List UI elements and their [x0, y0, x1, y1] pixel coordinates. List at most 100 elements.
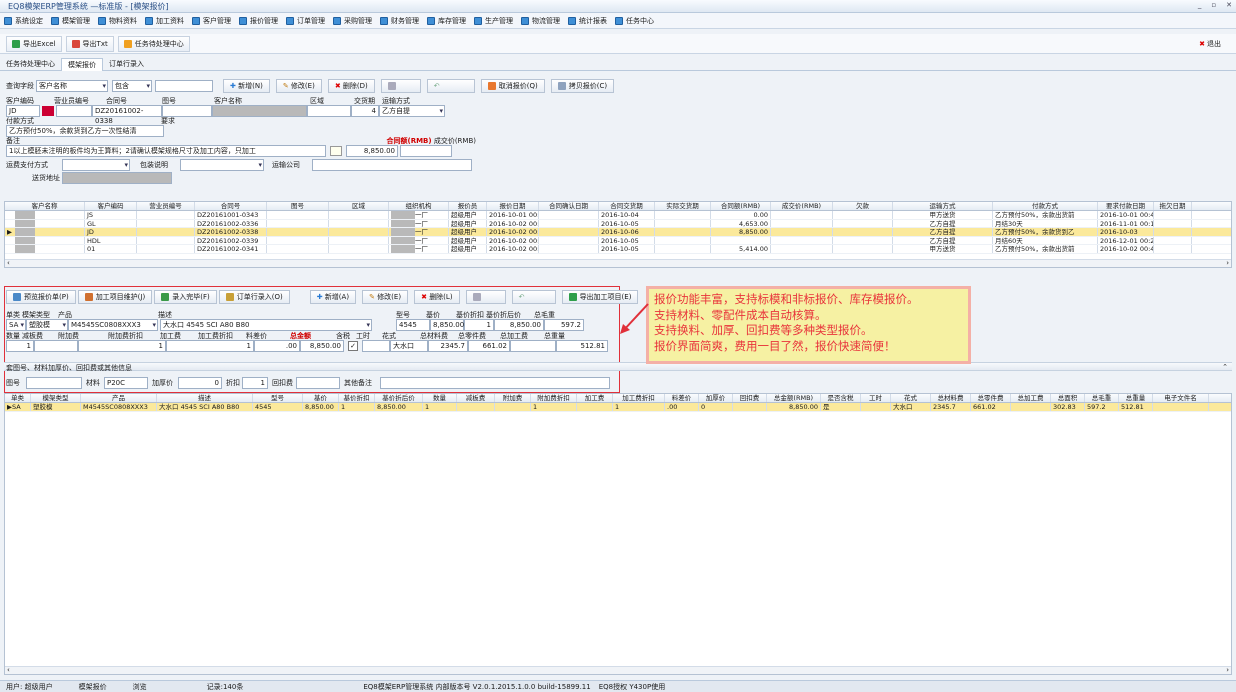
unit-select[interactable]: SA [6, 319, 26, 331]
table-row[interactable]: ..01DZ20161002-0341..一厂超级用户2016-10-02 00… [5, 245, 1231, 254]
deal-price-input[interactable] [400, 145, 452, 157]
discount-input[interactable]: 1 [464, 319, 494, 331]
undo-button[interactable]: ↶ [426, 78, 475, 93]
menu-order[interactable]: 订单管理 [286, 16, 325, 26]
task-center-button[interactable]: 任务待处理中心 [117, 35, 190, 52]
reduce-input[interactable] [34, 340, 78, 352]
hours-input[interactable] [362, 340, 390, 352]
delete-button[interactable]: ✖ 删除(D) [327, 78, 375, 93]
new-button[interactable]: ✚ 新增(N) [223, 78, 270, 93]
menu-mold[interactable]: 模架管理 [51, 16, 90, 26]
proc-input[interactable]: 1 [166, 340, 254, 352]
detail-total-input[interactable]: 8,850.00 [300, 340, 344, 352]
tab-mold-quote[interactable]: 模架报价 [61, 57, 103, 71]
entry-done-button[interactable]: 录入完毕(F) [154, 290, 217, 304]
qty-input[interactable]: 1 [6, 340, 34, 352]
minimize-button[interactable]: _ [1198, 1, 1202, 9]
menu-purchase[interactable]: 采购管理 [333, 16, 372, 26]
remark-input[interactable]: 1以上模胚未注明的板件均为王算料；2请确认模架规格尺寸及加工内容，只加工 [6, 145, 326, 157]
process-maintain-button[interactable]: 加工项目维护(J) [77, 290, 153, 304]
region-input[interactable] [307, 105, 351, 117]
collapse-icon[interactable]: ⌃ [1222, 363, 1228, 371]
menu-production[interactable]: 生产管理 [474, 16, 513, 26]
detail-row-selected[interactable]: ▶SA 塑胶模 M4545SC0808XXX3 大水口 4545 SCI A80 B8… [5, 403, 1231, 412]
copy-quote-button[interactable]: 拷贝报价(C) [550, 78, 615, 93]
scroll-left-icon[interactable]: ‹ [7, 259, 10, 267]
address-input[interactable] [62, 171, 172, 184]
excel-icon [12, 39, 20, 48]
close-button[interactable]: ✕ [1226, 1, 1232, 9]
menu-system[interactable]: 系统设定 [4, 16, 43, 26]
subsection-header[interactable]: 套图号、材料加厚价、回扣费或其他信息 ⌃ [4, 362, 1232, 372]
table-row-selected[interactable]: ▶..JDDZ20161002-0338..一厂超级用户2016-10-02 0… [5, 228, 1231, 237]
detail-new-button[interactable]: ✚ 新增(A) [309, 290, 357, 304]
menu-tasks[interactable]: 任务中心 [615, 16, 654, 26]
weight-input[interactable]: 512.81 [556, 340, 608, 352]
mat-diff-input[interactable]: .00 [254, 340, 300, 352]
product-select[interactable]: M4545SC0808XXX3 [68, 319, 158, 331]
gross-input[interactable]: 597.2 [544, 319, 584, 331]
detail-undo-button[interactable]: ↶ [511, 290, 556, 304]
save-button-disabled[interactable] [380, 78, 421, 93]
table-row[interactable]: ..HDLDZ20161002-0339..一厂超级用户2016-10-02 0… [5, 236, 1231, 245]
menu-material[interactable]: 物料资料 [98, 16, 137, 26]
sub-rebate-input[interactable] [296, 377, 340, 389]
table-row[interactable]: ..GLDZ20161002-0336..一厂超级用户2016-10-02 00… [5, 219, 1231, 228]
sub-material-input[interactable]: P20C [104, 377, 148, 389]
menu-logistics[interactable]: 物流管理 [521, 16, 560, 26]
order-entry-button[interactable]: 订单行录入(O) [218, 290, 290, 304]
menu-process[interactable]: 加工资料 [145, 16, 184, 26]
ship-co-input[interactable] [312, 158, 472, 171]
edit-button[interactable]: ✎ 修改(E) [275, 78, 322, 93]
pack-select[interactable] [180, 158, 264, 171]
horizontal-scrollbar[interactable]: ‹ › [5, 259, 1231, 267]
menu-inventory[interactable]: 库存管理 [427, 16, 466, 26]
add-input[interactable]: 1 [78, 340, 166, 352]
sub-disc-input[interactable]: 1 [242, 377, 268, 389]
tab-task-center[interactable]: 任务待处理中心 [0, 58, 61, 70]
proc-fee-input[interactable] [510, 340, 556, 352]
delivery-days-input[interactable]: 4 [351, 105, 379, 117]
pay-method-input[interactable]: 乙方预付50%，余款货到乙方一次性结清 [6, 124, 164, 137]
query-field-select[interactable]: 客户名称 [36, 79, 108, 92]
query-op-select[interactable]: 包含 [112, 79, 152, 92]
freight-select[interactable] [62, 158, 130, 171]
cust-name-input[interactable] [212, 105, 307, 117]
base-input[interactable]: 8,850.00 [430, 319, 464, 331]
tax-checkbox[interactable]: ✓ [348, 341, 358, 351]
exit-button[interactable]: ✖ 退出 [1194, 36, 1226, 52]
menu-reports[interactable]: 统计报表 [568, 16, 607, 26]
mat-fee-input[interactable]: 2345.7 [428, 340, 468, 352]
sub-thick-input[interactable]: 0 [178, 377, 222, 389]
type-select[interactable]: 塑胶模 [26, 319, 68, 331]
desc-select[interactable]: 大水口 4545 SCI A80 B80 [160, 319, 372, 331]
sub-drawing-input[interactable] [26, 377, 82, 389]
model-input[interactable]: 4545 [396, 319, 430, 331]
menu-finance[interactable]: 财务管理 [380, 16, 419, 26]
tab-order-entry[interactable]: 订单行录入 [103, 58, 150, 70]
remark-edit-icon[interactable] [330, 146, 342, 156]
ship-method-select[interactable]: 乙方自提 [379, 105, 445, 117]
export-txt-button[interactable]: 导出Txt [65, 35, 114, 52]
detail-save-button[interactable] [465, 290, 506, 304]
cancel-quote-button[interactable]: 取消报价(Q) [480, 78, 545, 93]
after-input[interactable]: 8,850.00 [494, 319, 544, 331]
detail-delete-button[interactable]: ✖ 删除(L) [414, 290, 460, 304]
table-row[interactable]: ..JSDZ20161001-0343..一厂超级用户2016-10-01 00… [5, 211, 1231, 220]
scroll-right-icon[interactable]: › [1226, 666, 1229, 674]
menu-quote[interactable]: 报价管理 [239, 16, 278, 26]
detail-edit-button[interactable]: ✎ 修改(E) [362, 290, 409, 304]
preview-quote-button[interactable]: 预览报价单(P) [6, 290, 76, 304]
sub-other-input[interactable] [380, 377, 610, 389]
part-fee-input[interactable]: 661.02 [468, 340, 510, 352]
detail-horizontal-scrollbar[interactable]: ‹ › [5, 666, 1231, 674]
pattern-input[interactable]: 大水口 [390, 340, 428, 352]
maximize-button[interactable]: ▫ [1211, 1, 1216, 9]
total-input[interactable]: 8,850.00 [346, 145, 398, 157]
scroll-right-icon[interactable]: › [1226, 259, 1229, 267]
export-excel-button[interactable]: 导出Excel [6, 35, 62, 52]
query-value-input[interactable] [155, 79, 213, 92]
lookup-icon[interactable] [42, 106, 54, 116]
scroll-left-icon[interactable]: ‹ [7, 666, 10, 674]
menu-customer[interactable]: 客户管理 [192, 16, 231, 26]
